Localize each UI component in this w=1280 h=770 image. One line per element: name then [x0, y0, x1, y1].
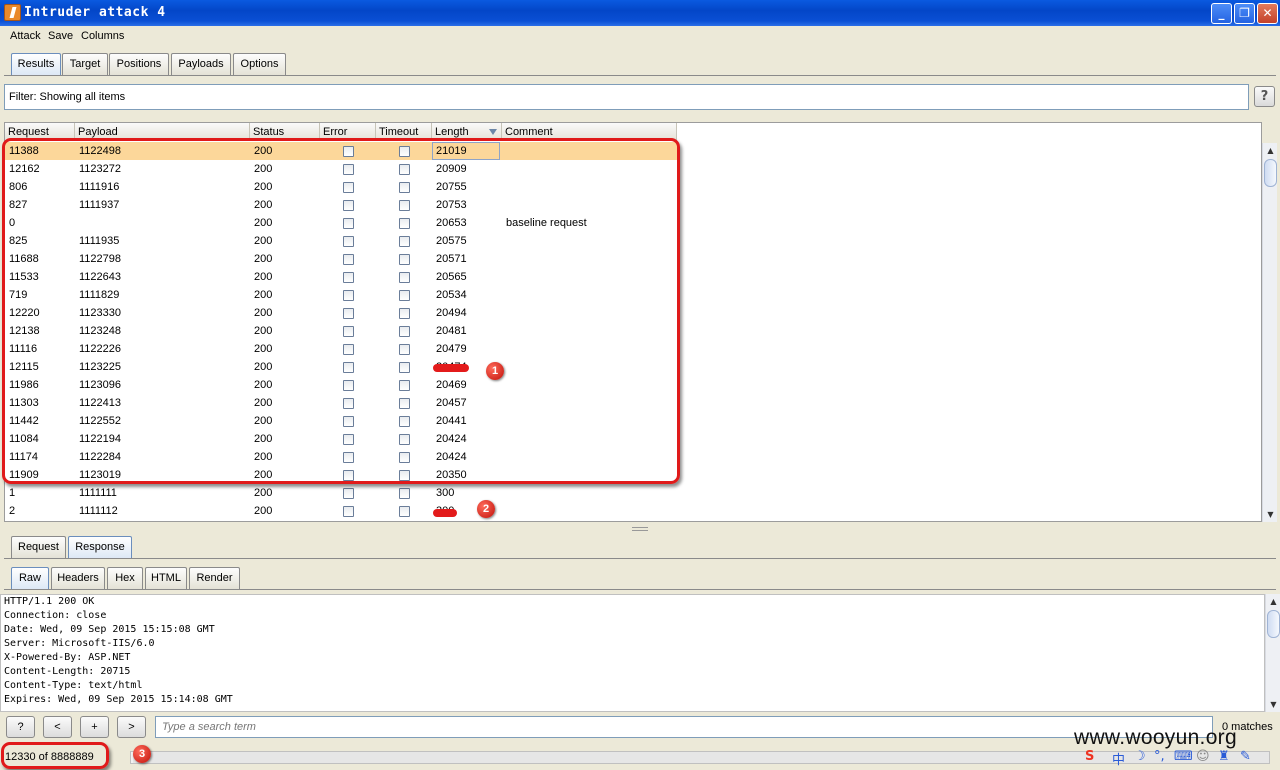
close-button[interactable]: ✕ — [1257, 3, 1278, 24]
tab-target[interactable]: Target — [62, 53, 108, 75]
scroll-down-arrow-icon[interactable]: ▼ — [1263, 507, 1278, 522]
window-title: Intruder attack 4 — [24, 5, 166, 20]
tab-divider — [4, 75, 1276, 76]
minimize-button[interactable]: _ — [1211, 3, 1232, 24]
wrench-icon[interactable]: ✎ — [1240, 749, 1251, 764]
tab-headers[interactable]: Headers — [51, 567, 105, 589]
scroll-thumb[interactable] — [1264, 159, 1277, 187]
tab-positions[interactable]: Positions — [109, 53, 169, 75]
column-length-label: Length — [435, 126, 469, 138]
ime-tray: S 中 ☽ °, ⌨ ☺ ♜ ✎ — [1082, 748, 1267, 768]
timeout-checkbox[interactable] — [399, 488, 410, 499]
tab-response[interactable]: Response — [68, 536, 132, 558]
title-bar: Intruder attack 4 _ ❐ ✕ — [0, 0, 1280, 26]
tab-request[interactable]: Request — [11, 536, 66, 558]
shirt-icon[interactable]: ♜ — [1218, 749, 1230, 764]
tab-hex[interactable]: Hex — [107, 567, 143, 589]
table-row[interactable]: 21111112200300 — [5, 502, 677, 520]
menu-columns[interactable]: Columns — [81, 30, 124, 42]
menu-save[interactable]: Save — [48, 30, 73, 42]
response-line: HTTP/1.1 200 OK — [4, 596, 95, 607]
annotation-badge-1: 1 — [486, 362, 504, 380]
response-line: X-Powered-By: ASP.NET — [4, 652, 131, 663]
moon-icon[interactable]: ☽ — [1134, 749, 1146, 764]
cell-request: 1 — [9, 487, 16, 499]
response-line: Connection: close — [4, 610, 107, 621]
pane-splitter-handle[interactable] — [632, 527, 648, 531]
error-checkbox[interactable] — [343, 488, 354, 499]
annotation-box-progress — [1, 742, 109, 769]
tab-results[interactable]: Results — [11, 53, 61, 75]
table-scrollbar[interactable]: ▲ ▼ — [1262, 143, 1277, 522]
cell-payload: 1111112 — [79, 505, 118, 517]
response-raw-view[interactable]: HTTP/1.1 200 OK Connection: close Date: We… — [0, 594, 1265, 712]
response-line: Content-Length: 20715 — [4, 666, 131, 677]
search-add-button[interactable]: + — [80, 716, 109, 738]
burp-app-icon — [4, 4, 21, 21]
maximize-button[interactable]: ❐ — [1234, 3, 1255, 24]
zhong-icon[interactable]: 中 — [1112, 749, 1125, 768]
annotation-underline-2 — [433, 509, 457, 517]
menu-attack[interactable]: Attack — [10, 30, 41, 42]
annotation-box-long-responses — [2, 138, 680, 484]
degree-icon[interactable]: °, — [1154, 749, 1165, 764]
response-line: Server: Microsoft-IIS/6.0 — [4, 638, 155, 649]
search-help-button[interactable]: ? — [6, 716, 35, 738]
sogou-s-icon[interactable]: S — [1085, 749, 1094, 764]
tab-payloads[interactable]: Payloads — [171, 53, 231, 75]
search-next-button[interactable]: > — [117, 716, 146, 738]
cell-status: 200 — [254, 487, 273, 499]
help-icon[interactable]: ? — [1254, 86, 1275, 107]
response-scroll-thumb[interactable] — [1267, 610, 1280, 638]
sort-descending-icon — [489, 129, 497, 135]
response-scroll-up-icon[interactable]: ▲ — [1266, 594, 1280, 609]
cell-status: 200 — [254, 505, 273, 517]
tab-render[interactable]: Render — [189, 567, 240, 589]
watermark-text: www.wooyun.org — [1074, 726, 1237, 749]
cell-payload: 1111111 — [79, 487, 117, 499]
search-previous-button[interactable]: < — [43, 716, 72, 738]
scroll-up-arrow-icon[interactable]: ▲ — [1263, 143, 1278, 158]
cell-request: 2 — [9, 505, 16, 517]
error-checkbox[interactable] — [343, 506, 354, 517]
view-tab-divider — [4, 589, 1276, 590]
search-input[interactable]: Type a search term — [155, 716, 1213, 738]
response-line: Expires: Wed, 09 Sep 2015 15:14:08 GMT — [4, 694, 233, 705]
tab-html[interactable]: HTML — [145, 567, 187, 589]
filter-bar[interactable]: Filter: Showing all items — [4, 84, 1249, 110]
response-scrollbar[interactable]: ▲ ▼ — [1265, 594, 1280, 712]
response-line: Content-Type: text/html — [4, 680, 143, 691]
response-scroll-down-icon[interactable]: ▼ — [1266, 697, 1280, 712]
table-row[interactable]: 1 1111111 200 300 — [5, 484, 677, 502]
detail-tab-divider — [4, 558, 1276, 559]
menu-bar: Attack Save Columns — [0, 26, 1280, 48]
timeout-checkbox[interactable] — [399, 506, 410, 517]
tab-options[interactable]: Options — [233, 53, 286, 75]
annotation-badge-2: 2 — [477, 500, 495, 518]
tab-raw[interactable]: Raw — [11, 567, 49, 589]
annotation-underline-1 — [433, 364, 469, 372]
cell-length: 300 — [436, 487, 455, 499]
keyboard-icon[interactable]: ⌨ — [1174, 749, 1193, 764]
response-line: Date: Wed, 09 Sep 2015 15:15:08 GMT — [4, 624, 215, 635]
user-icon[interactable]: ☺ — [1196, 749, 1210, 764]
annotation-badge-3: 3 — [133, 745, 151, 763]
